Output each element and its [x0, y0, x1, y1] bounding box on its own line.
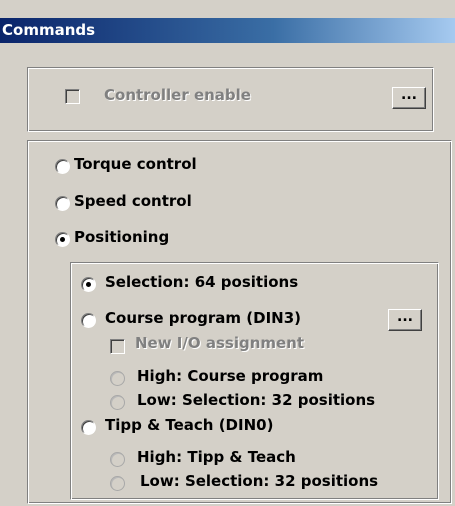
controller-enable-checkbox[interactable] — [65, 89, 80, 104]
positioning-label: Positioning — [74, 228, 170, 246]
radio-course-high[interactable] — [110, 371, 125, 386]
panel-title-bar: Commands — [0, 18, 455, 43]
panel-title: Commands — [2, 21, 96, 39]
new-io-assignment-checkbox[interactable] — [110, 339, 125, 354]
radio-speed-control[interactable] — [55, 196, 70, 211]
course-high-label: High: Course program — [137, 367, 324, 385]
radio-torque-control[interactable] — [55, 159, 70, 174]
controller-enable-label: Controller enable — [104, 86, 251, 104]
selection-64-label: Selection: 64 positions — [105, 273, 299, 291]
radio-tipp-teach[interactable] — [81, 420, 96, 435]
course-program-more-button[interactable]: ... — [388, 309, 422, 331]
torque-control-label: Torque control — [74, 155, 197, 173]
new-io-assignment-label: New I/O assignment — [135, 334, 305, 352]
radio-selection-64[interactable] — [81, 277, 96, 292]
radio-course-program[interactable] — [81, 313, 96, 328]
course-program-label: Course program (DIN3) — [105, 309, 301, 327]
tipp-high-label: High: Tipp & Teach — [137, 448, 296, 466]
radio-positioning[interactable] — [55, 232, 70, 247]
tipp-teach-label: Tipp & Teach (DIN0) — [105, 416, 274, 434]
radio-tipp-low[interactable] — [110, 476, 125, 491]
course-low-label: Low: Selection: 32 positions — [137, 391, 376, 409]
controller-enable-more-button[interactable]: ... — [392, 87, 426, 109]
radio-tipp-high[interactable] — [110, 452, 125, 467]
speed-control-label: Speed control — [74, 192, 192, 210]
tipp-low-label: Low: Selection: 32 positions — [140, 472, 379, 490]
radio-course-low[interactable] — [110, 395, 125, 410]
